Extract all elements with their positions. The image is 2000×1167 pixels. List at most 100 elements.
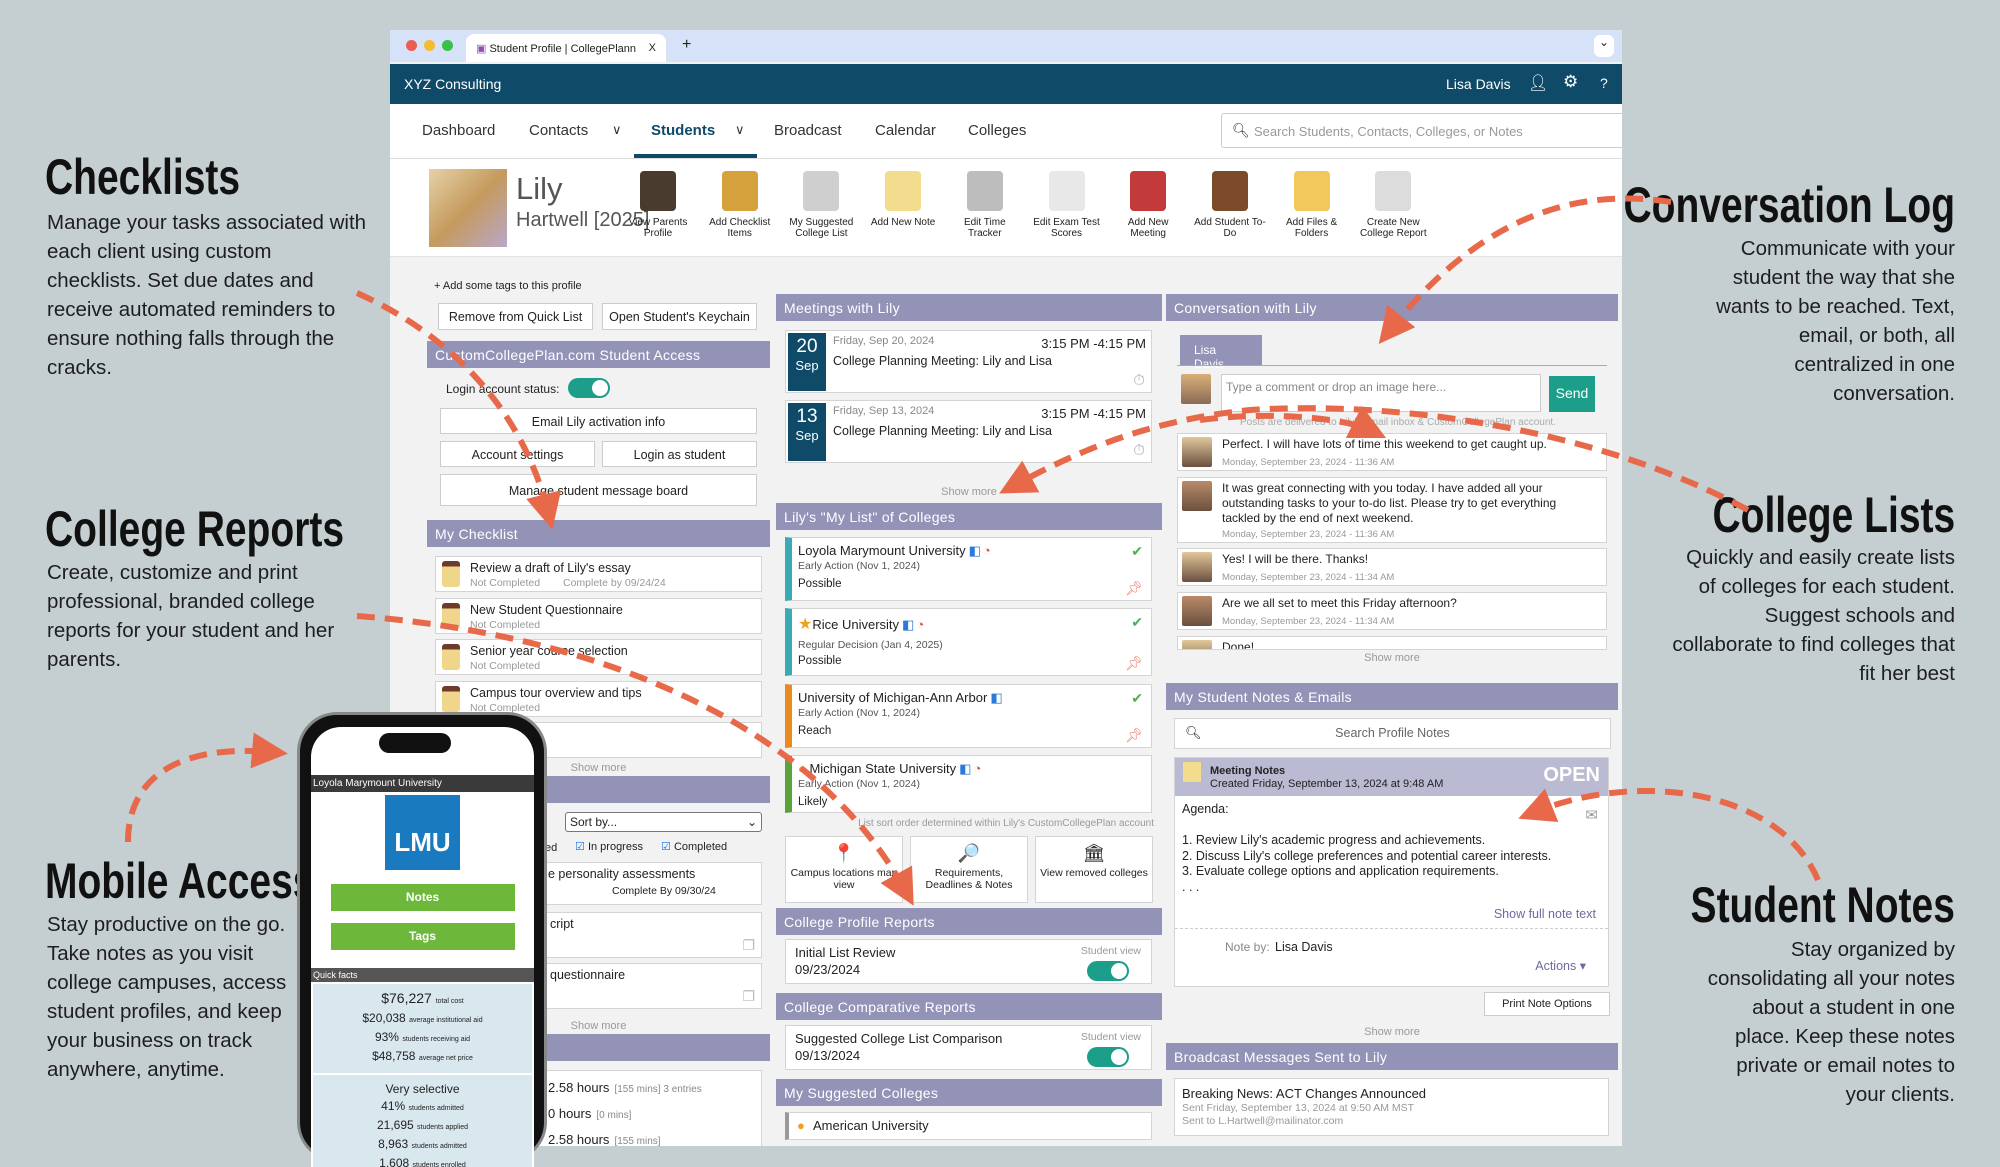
college-compare-icon[interactable]: ◔ <box>973 761 981 776</box>
comment-input[interactable]: Type a comment or drop an image here... <box>1221 374 1541 412</box>
tab-menu-chevron-icon[interactable]: ⌄ <box>1594 35 1614 57</box>
toolbar-button[interactable]: Add New Meeting <box>1110 171 1186 239</box>
college-name[interactable]: University of Michigan-Ann Arbor <box>798 690 987 705</box>
new-tab-button[interactable]: + <box>682 36 691 54</box>
college-info-icon[interactable]: ◧ <box>969 543 981 558</box>
pin-icon[interactable]: 📌︎ <box>1125 655 1143 672</box>
sort-by-select[interactable]: Sort by... ⌄ <box>565 812 762 832</box>
phone-notes-button[interactable]: Notes <box>330 884 515 911</box>
toolbar-button[interactable]: Create New College Report <box>1355 171 1431 239</box>
college-info-icon[interactable]: ◧ <box>902 617 914 632</box>
checked-document-icon[interactable]: ✔ <box>1131 614 1143 631</box>
close-window-icon[interactable] <box>406 40 417 51</box>
toolbar-button[interactable]: Add Student To-Do <box>1192 171 1268 239</box>
checklist-item[interactable]: Review a draft of Lily's essay Not Comple… <box>435 556 762 592</box>
send-button[interactable]: Send <box>1549 376 1595 412</box>
toolbar-button[interactable]: Add Checklist Items <box>702 171 778 239</box>
meeting-card[interactable]: 13 Sep Friday, Sep 13, 2024 3:15 PM -4:15 P… <box>785 400 1152 463</box>
maximize-window-icon[interactable] <box>442 40 453 51</box>
filter-in-progress[interactable]: ☑ In progress <box>575 840 643 853</box>
notes-search-input[interactable]: Search Profile Notes <box>1175 726 1610 740</box>
print-note-options-button[interactable]: Print Note Options <box>1484 992 1610 1016</box>
filter-completed[interactable]: ☑ Completed <box>661 840 727 853</box>
add-tags-link[interactable]: + Add some tags to this profile <box>434 280 582 292</box>
comparative-report-card[interactable]: Suggested College List Comparison 09/13/… <box>785 1025 1152 1070</box>
checklist-item[interactable]: Senior year course selection Not Complete… <box>435 639 762 675</box>
email-note-icon[interactable]: ✉ <box>1585 806 1598 824</box>
pin-icon[interactable]: 📌︎ <box>1125 580 1143 597</box>
broadcast-card[interactable]: Breaking News: ACT Changes Announced Sen… <box>1174 1078 1609 1136</box>
nav-broadcast[interactable]: Broadcast <box>774 122 842 139</box>
toolbar-button[interactable]: My Suggested College List <box>783 171 859 239</box>
user-name[interactable]: Lisa Davis <box>1446 76 1511 92</box>
meetings-show-more[interactable]: Show more <box>776 486 1162 498</box>
meeting-card[interactable]: 20 Sep Friday, Sep 20, 2024 3:15 PM -4:15 P… <box>785 330 1152 393</box>
browser-tab[interactable]: ▣ Student Profile | CollegePlann X <box>466 34 666 62</box>
global-search[interactable]: 🔍︎ Search Students, Contacts, Colleges, … <box>1221 113 1622 148</box>
students-chevron-down-icon[interactable]: ∨ <box>735 122 745 138</box>
notes-show-more[interactable]: Show more <box>1166 1026 1618 1038</box>
college-compare-icon[interactable]: ◔ <box>916 617 924 632</box>
search-input[interactable]: Search Students, Contacts, Colleges, or … <box>1254 124 1523 139</box>
checklist-item[interactable]: New Student Questionnaire Not Completed <box>435 597 762 634</box>
college-info-icon[interactable]: ◧ <box>990 690 1002 705</box>
notes-search[interactable]: 🔍︎ Search Profile Notes <box>1174 718 1611 749</box>
checkbox-checked-icon[interactable]: ☑ <box>575 841 585 853</box>
checkbox-checked-icon[interactable]: ☑ <box>661 841 671 853</box>
message-board-button[interactable]: Manage student message board <box>440 474 757 506</box>
copy-icon[interactable]: ❐ <box>742 937 755 954</box>
nav-colleges[interactable]: Colleges <box>968 122 1026 139</box>
stopwatch-icon[interactable]: ⏱ <box>1133 372 1145 389</box>
help-icon[interactable]: ? <box>1600 75 1608 91</box>
actions-dropdown[interactable]: Actions ▾ <box>1535 958 1586 973</box>
fact-label: average institutional aid <box>409 1017 483 1024</box>
nav-dashboard[interactable]: Dashboard <box>422 122 495 139</box>
login-status-toggle[interactable] <box>568 378 610 398</box>
gear-icon[interactable]: ⚙ <box>1563 72 1578 92</box>
toolbar-button[interactable]: Add Files & Folders <box>1274 171 1350 239</box>
college-name[interactable]: Michigan State University <box>809 761 956 776</box>
nav-contacts[interactable]: Contacts <box>529 122 588 139</box>
college-card[interactable]: University of Michigan-Ann Arbor ◧ Early A… <box>785 684 1152 748</box>
profile-report-card[interactable]: Initial List Review 09/23/2024 Student v… <box>785 939 1152 984</box>
college-compare-icon[interactable]: ◔ <box>983 543 991 558</box>
open-keychain-button[interactable]: Open Student's Keychain <box>602 303 757 330</box>
remove-quick-list-button[interactable]: Remove from Quick List <box>438 303 593 330</box>
college-card[interactable]: Loyola Marymount University ◧ ◔ Early Actio… <box>785 537 1152 601</box>
college-tool-tile[interactable]: 🔎 Requirements, Deadlines & Notes <box>910 836 1028 903</box>
toolbar-button[interactable]: Edit Time Tracker <box>947 171 1023 239</box>
email-activation-button[interactable]: Email Lily activation info <box>440 408 757 434</box>
tab-close-icon[interactable]: X <box>649 42 656 54</box>
nav-students[interactable]: Students <box>651 122 715 139</box>
college-name[interactable]: Loyola Marymount University <box>798 543 966 558</box>
college-card[interactable]: ● Michigan State University ◧ ◔ Early Actio… <box>785 755 1152 813</box>
checked-document-icon[interactable]: ✔ <box>1131 543 1143 560</box>
login-as-student-button[interactable]: Login as student <box>602 441 757 467</box>
pin-icon[interactable]: 📌︎ <box>1125 727 1143 744</box>
college-info-icon[interactable]: ◧ <box>959 761 971 776</box>
user-icon[interactable]: 👤︎ <box>1528 73 1548 93</box>
note-header[interactable]: Meeting Notes Created Friday, September … <box>1175 758 1608 796</box>
minimize-window-icon[interactable] <box>424 40 435 51</box>
college-tool-tile[interactable]: 📍 Campus locations map view <box>785 836 903 903</box>
conversation-show-more[interactable]: Show more <box>1166 652 1618 664</box>
college-tool-tile[interactable]: 🏛 View removed colleges <box>1035 836 1153 903</box>
contacts-chevron-down-icon[interactable]: ∨ <box>612 122 622 138</box>
nav-calendar[interactable]: Calendar <box>875 122 936 139</box>
toolbar-button[interactable]: Add New Note <box>865 171 941 228</box>
toolbar-button[interactable]: View Parents Profile <box>620 171 696 239</box>
copy-icon[interactable]: ❐ <box>742 988 755 1005</box>
toolbar-button[interactable]: Edit Exam Test Scores <box>1029 171 1105 239</box>
suggested-college-name[interactable]: American University <box>813 1118 929 1133</box>
conversation-tab-lisa[interactable]: Lisa Davis <box>1180 335 1262 371</box>
checked-document-icon[interactable]: ✔ <box>1131 690 1143 707</box>
suggested-college-card[interactable]: ● American University <box>785 1112 1152 1140</box>
student-view-toggle[interactable] <box>1087 1047 1129 1067</box>
college-card[interactable]: ★Rice University ◧ ◔ Regular Decision (Jan … <box>785 608 1152 676</box>
college-name[interactable]: Rice University <box>812 617 899 632</box>
stopwatch-icon[interactable]: ⏱ <box>1133 442 1145 459</box>
student-view-toggle[interactable] <box>1087 961 1129 981</box>
account-settings-button[interactable]: Account settings <box>440 441 595 467</box>
phone-tags-button[interactable]: Tags <box>330 923 515 950</box>
show-full-note-link[interactable]: Show full note text <box>1494 907 1596 921</box>
